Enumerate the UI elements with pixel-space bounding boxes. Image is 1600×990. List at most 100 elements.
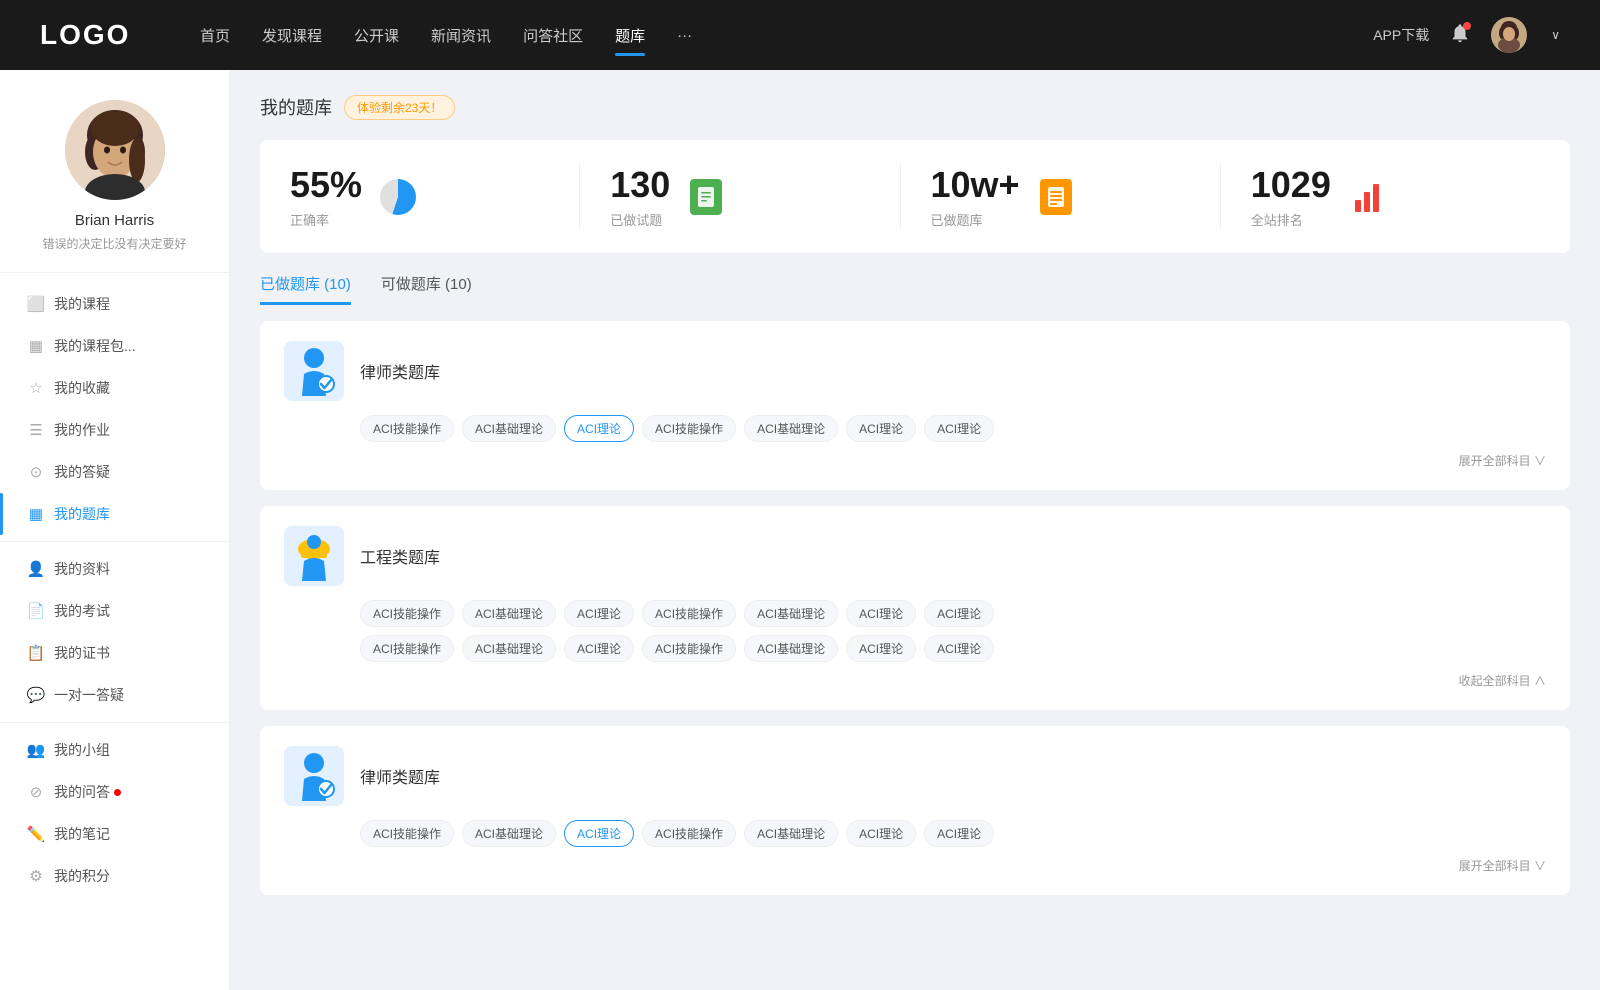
- qbank-footer-engineering: 收起全部科目 ∧: [284, 672, 1546, 690]
- page-wrapper: Brian Harris 错误的决定比没有决定要好 ⬜ 我的课程 ▦ 我的课程包…: [0, 0, 1600, 990]
- sidebar-item-my-group[interactable]: 👥 我的小组: [0, 729, 229, 771]
- nav-discover[interactable]: 发现课程: [262, 19, 322, 52]
- tag-eng-3[interactable]: ACI技能操作: [642, 600, 736, 627]
- sidebar-label-my-questions: 我的答疑: [54, 462, 110, 482]
- expand-link-lawyer-2[interactable]: 展开全部科目 ∨: [1459, 859, 1546, 873]
- sidebar-label-my-homework: 我的作业: [54, 420, 110, 440]
- tag-lawyer2-6[interactable]: ACI理论: [924, 820, 994, 847]
- tag-eng-8[interactable]: ACI基础理论: [462, 635, 556, 662]
- doc-svg: [696, 186, 716, 208]
- tag-eng-12[interactable]: ACI理论: [846, 635, 916, 662]
- page-header: 我的题库 体验剩余23天！: [260, 94, 1570, 120]
- nav-qa[interactable]: 问答社区: [523, 19, 583, 52]
- tag-eng-10[interactable]: ACI技能操作: [642, 635, 736, 662]
- tag-lawyer1-5[interactable]: ACI理论: [846, 415, 916, 442]
- tag-eng-7[interactable]: ACI技能操作: [360, 635, 454, 662]
- stat-done-questions-label: 已做试题: [610, 210, 670, 229]
- logo[interactable]: LOGO: [40, 19, 140, 51]
- stats-section: 55% 正确率 130 已做试题: [260, 140, 1570, 253]
- list-icon: [1040, 179, 1072, 215]
- profile-section: Brian Harris 错误的决定比没有决定要好: [0, 100, 229, 273]
- sidebar-item-my-answers[interactable]: ⊘ 我的问答: [0, 771, 229, 813]
- group-icon: 👥: [28, 742, 44, 758]
- sidebar-item-my-exam[interactable]: 📄 我的考试: [0, 590, 229, 632]
- tag-eng-6[interactable]: ACI理论: [924, 600, 994, 627]
- sidebar-label-my-qbank: 我的题库: [54, 504, 110, 524]
- expand-link-lawyer-1[interactable]: 展开全部科目 ∨: [1459, 454, 1546, 468]
- exam-icon: 📄: [28, 603, 44, 619]
- qbank-title-lawyer-2: 律师类题库: [360, 764, 440, 788]
- sidebar-item-my-cert[interactable]: 📋 我的证书: [0, 632, 229, 674]
- sidebar-label-my-info: 我的资料: [54, 559, 110, 579]
- tag-lawyer2-1[interactable]: ACI基础理论: [462, 820, 556, 847]
- sidebar-label-my-favorites: 我的收藏: [54, 378, 110, 398]
- tag-eng-2[interactable]: ACI理论: [564, 600, 634, 627]
- sidebar-item-one-on-one[interactable]: 💬 一对一答疑: [0, 674, 229, 716]
- tag-eng-1[interactable]: ACI基础理论: [462, 600, 556, 627]
- engineer-icon-svg: [291, 531, 337, 581]
- tab-available[interactable]: 可做题库 (10): [381, 273, 472, 305]
- sidebar-item-my-qbank[interactable]: ▦ 我的题库: [0, 493, 229, 535]
- tab-done[interactable]: 已做题库 (10): [260, 273, 351, 305]
- sidebar-item-my-questions[interactable]: ⊙ 我的答疑: [0, 451, 229, 493]
- stat-accuracy-value: 55%: [290, 164, 362, 206]
- tag-eng-5[interactable]: ACI理论: [846, 600, 916, 627]
- tag-eng-9[interactable]: ACI理论: [564, 635, 634, 662]
- tag-eng-0[interactable]: ACI技能操作: [360, 600, 454, 627]
- bar-1: [1355, 200, 1361, 212]
- tag-lawyer1-2[interactable]: ACI理论: [564, 415, 634, 442]
- profile-avatar[interactable]: [65, 100, 165, 200]
- sidebar-item-my-points[interactable]: ⚙ 我的积分: [0, 855, 229, 897]
- profile-motto: 错误的决定比没有决定要好: [42, 235, 186, 252]
- qbank-tags-lawyer-1: ACI技能操作 ACI基础理论 ACI理论 ACI技能操作 ACI基础理论 AC…: [360, 415, 1546, 442]
- one-on-one-icon: 💬: [28, 687, 44, 703]
- stat-rank-text: 1029 全站排名: [1251, 164, 1331, 229]
- sidebar-item-my-homework[interactable]: ☰ 我的作业: [0, 409, 229, 451]
- tag-lawyer1-0[interactable]: ACI技能操作: [360, 415, 454, 442]
- list-svg: [1046, 186, 1066, 208]
- tag-lawyer1-1[interactable]: ACI基础理论: [462, 415, 556, 442]
- notification-bell[interactable]: [1449, 22, 1471, 49]
- profile-name: Brian Harris: [75, 212, 154, 229]
- tag-lawyer2-5[interactable]: ACI理论: [846, 820, 916, 847]
- qbank-tags-lawyer-2: ACI技能操作 ACI基础理论 ACI理论 ACI技能操作 ACI基础理论 AC…: [360, 820, 1546, 847]
- notification-dot: [1463, 22, 1471, 30]
- stat-done-questions-value: 130: [610, 164, 670, 206]
- tag-eng-11[interactable]: ACI基础理论: [744, 635, 838, 662]
- nav-news[interactable]: 新闻资讯: [431, 19, 491, 52]
- tag-lawyer1-4[interactable]: ACI基础理论: [744, 415, 838, 442]
- tag-lawyer1-3[interactable]: ACI技能操作: [642, 415, 736, 442]
- tag-lawyer2-4[interactable]: ACI基础理论: [744, 820, 838, 847]
- nav-more[interactable]: ···: [677, 21, 692, 50]
- sidebar-item-my-notes[interactable]: ✏️ 我的笔记: [0, 813, 229, 855]
- answers-icon: ⊘: [28, 784, 44, 800]
- qbank-icon-lawyer-2: [284, 746, 344, 806]
- nav-home[interactable]: 首页: [200, 19, 230, 52]
- nav-public-course[interactable]: 公开课: [354, 19, 399, 52]
- sidebar-label-my-notes: 我的笔记: [54, 824, 110, 844]
- tag-lawyer2-0[interactable]: ACI技能操作: [360, 820, 454, 847]
- app-download-button[interactable]: APP下载: [1373, 25, 1429, 45]
- questions-icon: ⊙: [28, 464, 44, 480]
- tag-lawyer2-3[interactable]: ACI技能操作: [642, 820, 736, 847]
- sidebar-menu: ⬜ 我的课程 ▦ 我的课程包... ☆ 我的收藏 ☰ 我的作业 ⊙ 我的答疑 ▦…: [0, 273, 229, 907]
- stat-rank-label: 全站排名: [1251, 210, 1331, 229]
- sidebar-item-my-packages[interactable]: ▦ 我的课程包...: [0, 325, 229, 367]
- user-avatar[interactable]: [1491, 17, 1527, 53]
- tag-eng-13[interactable]: ACI理论: [924, 635, 994, 662]
- tag-lawyer1-6[interactable]: ACI理论: [924, 415, 994, 442]
- packages-icon: ▦: [28, 338, 44, 354]
- stat-done-banks-value: 10w+: [931, 164, 1020, 206]
- user-menu-chevron[interactable]: ∨: [1551, 28, 1560, 42]
- sidebar-item-my-courses[interactable]: ⬜ 我的课程: [0, 283, 229, 325]
- tag-lawyer2-2[interactable]: ACI理论: [564, 820, 634, 847]
- collapse-link-engineering[interactable]: 收起全部科目 ∧: [1459, 674, 1546, 688]
- sidebar-item-my-favorites[interactable]: ☆ 我的收藏: [0, 367, 229, 409]
- info-icon: 👤: [28, 561, 44, 577]
- sidebar-item-my-info[interactable]: 👤 我的资料: [0, 548, 229, 590]
- sidebar: Brian Harris 错误的决定比没有决定要好 ⬜ 我的课程 ▦ 我的课程包…: [0, 70, 230, 990]
- qbank-header-lawyer-2: 律师类题库: [284, 746, 1546, 806]
- stat-done-banks: 10w+ 已做题库: [901, 164, 1221, 229]
- nav-qbank[interactable]: 题库: [615, 19, 645, 52]
- tag-eng-4[interactable]: ACI基础理论: [744, 600, 838, 627]
